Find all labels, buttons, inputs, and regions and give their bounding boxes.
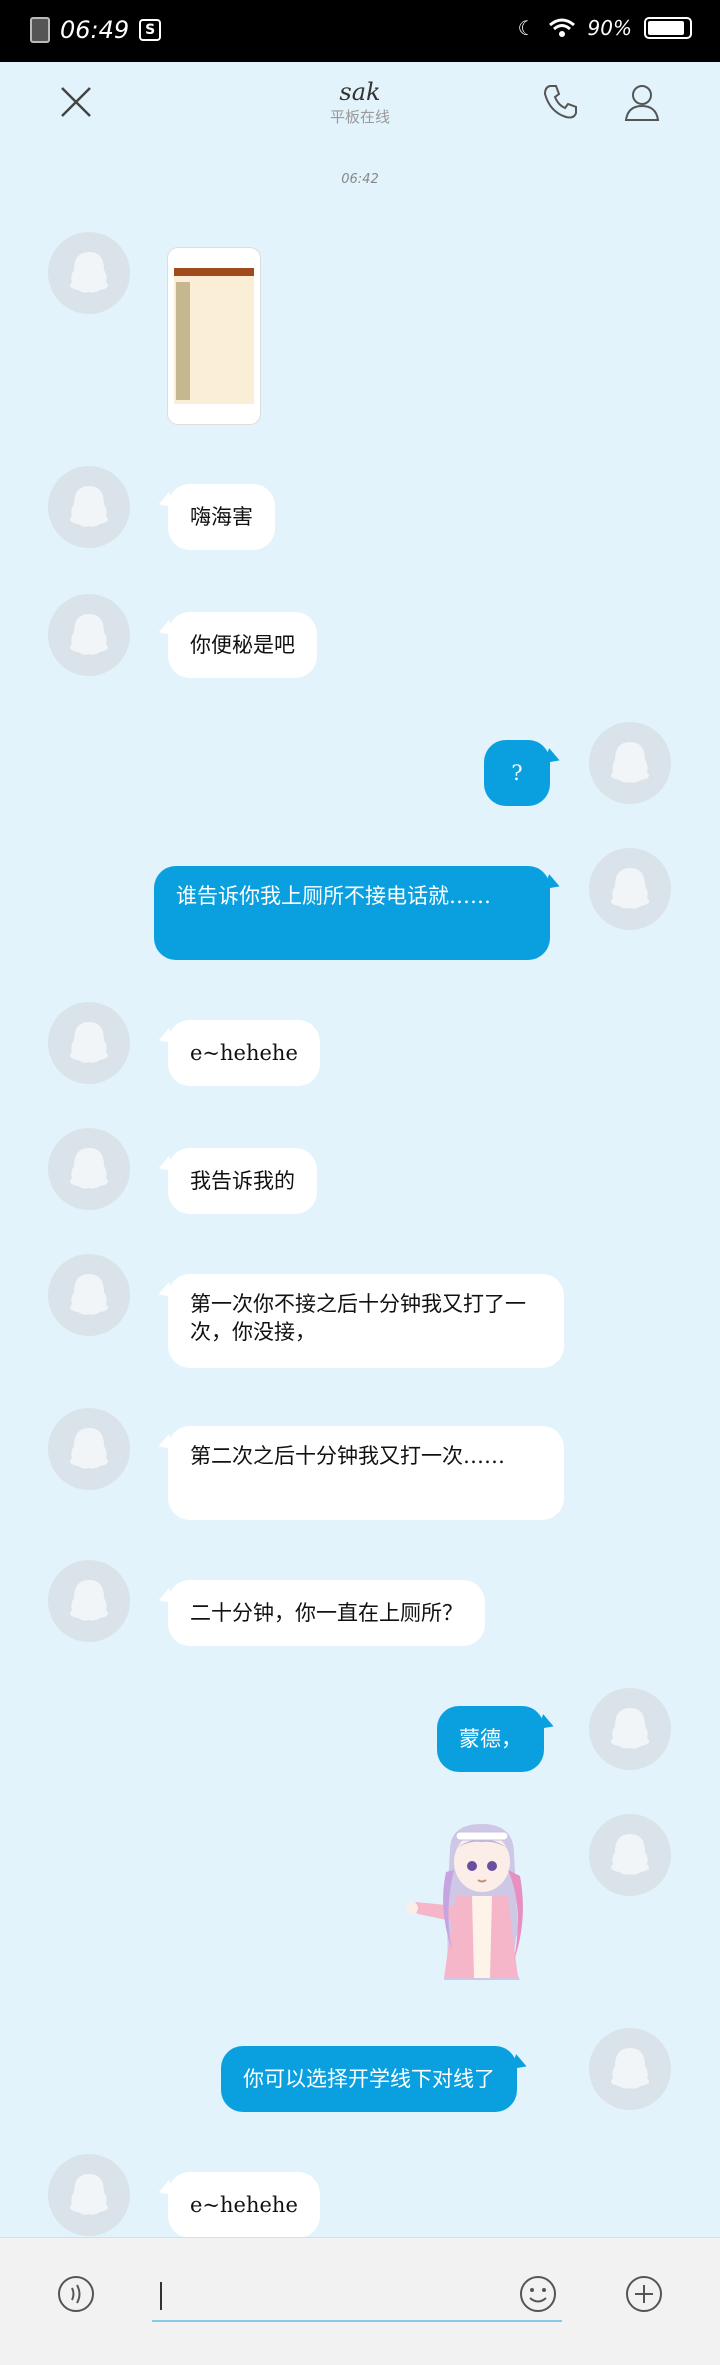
status-bar: 06:49 S ☾ 90% xyxy=(0,0,720,62)
message-bubble-incoming[interactable]: 第一次你不接之后十分钟我又打了一次，你没接， xyxy=(168,1274,564,1368)
message-bubble-outgoing[interactable]: 你可以选择开学线下对线了 xyxy=(221,2046,517,2112)
contact-avatar[interactable] xyxy=(48,2154,130,2236)
chat-header: sak 平板在线 xyxy=(0,62,720,142)
message-bubble-incoming[interactable]: e~hehehe xyxy=(168,1020,320,1086)
input-bar xyxy=(0,2237,720,2365)
message-bubble-outgoing[interactable]: 蒙德， xyxy=(437,1706,544,1772)
emoji-icon[interactable] xyxy=(518,2274,558,2314)
my-avatar[interactable] xyxy=(589,1688,671,1770)
contact-avatar[interactable] xyxy=(48,1560,130,1642)
profile-icon[interactable] xyxy=(620,80,664,124)
message-input[interactable] xyxy=(152,2272,562,2322)
contact-avatar[interactable] xyxy=(48,594,130,676)
plus-icon[interactable] xyxy=(624,2274,664,2314)
my-avatar[interactable] xyxy=(589,2028,671,2110)
message-bubble-incoming[interactable]: 嗨海害 xyxy=(168,484,275,550)
wifi-icon xyxy=(548,18,575,37)
sim-icon xyxy=(30,17,50,43)
contact-avatar[interactable] xyxy=(48,1128,130,1210)
contact-name: sak xyxy=(339,78,381,106)
voice-icon[interactable] xyxy=(56,2274,96,2314)
contact-avatar[interactable] xyxy=(48,1002,130,1084)
status-time: 06:49 xyxy=(60,16,130,44)
message-bubble-incoming[interactable]: e~hehehe xyxy=(168,2172,320,2238)
moon-icon: ☾ xyxy=(517,16,536,40)
message-bubble-outgoing[interactable]: 谁告诉你我上厕所不接电话就…… xyxy=(154,866,550,960)
battery-icon xyxy=(644,17,692,39)
message-timestamp: 06:42 xyxy=(341,172,379,187)
sticker-image[interactable] xyxy=(400,1810,550,1985)
text-cursor xyxy=(160,2282,162,2310)
my-avatar[interactable] xyxy=(589,1814,671,1896)
app-notification-icon: S xyxy=(139,19,162,41)
message-bubble-incoming[interactable]: 第二次之后十分钟我又打一次…… xyxy=(168,1426,564,1520)
contact-status: 平板在线 xyxy=(329,108,390,126)
image-message[interactable] xyxy=(168,248,260,424)
contact-avatar[interactable] xyxy=(48,1408,130,1490)
message-bubble-incoming[interactable]: 你便秘是吧 xyxy=(168,612,317,678)
my-avatar[interactable] xyxy=(589,722,671,804)
contact-avatar[interactable] xyxy=(48,232,130,314)
phone-icon[interactable] xyxy=(538,80,582,124)
message-bubble-incoming[interactable]: 我告诉我的 xyxy=(168,1148,317,1214)
message-bubble-outgoing[interactable]: ? xyxy=(484,740,550,806)
my-avatar[interactable] xyxy=(589,848,671,930)
battery-percent: 90% xyxy=(587,16,632,40)
message-bubble-incoming[interactable]: 二十分钟，你一直在上厕所？ xyxy=(168,1580,485,1646)
contact-avatar[interactable] xyxy=(48,466,130,548)
contact-avatar[interactable] xyxy=(48,1254,130,1336)
